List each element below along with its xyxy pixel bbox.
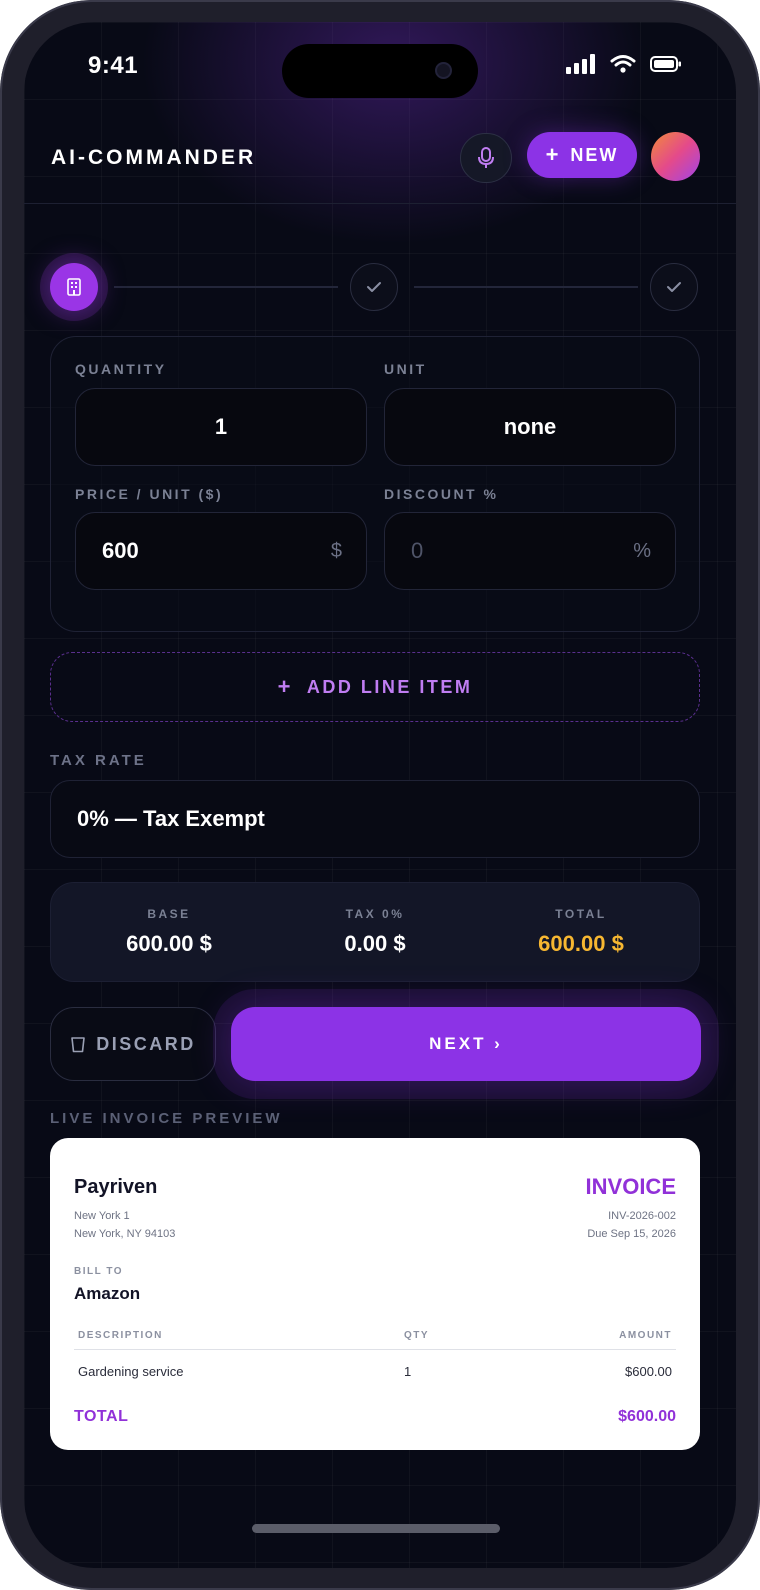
row-amount: $600.00 xyxy=(625,1364,672,1379)
price-value: 600 xyxy=(102,538,139,563)
add-line-item-button[interactable]: + ADD LINE ITEM xyxy=(50,652,700,722)
battery-icon xyxy=(650,56,681,72)
invoice-due-date: Due Sep 15, 2026 xyxy=(587,1228,676,1240)
unit-select[interactable]: none xyxy=(384,388,676,466)
total-value: 600.00 $ xyxy=(538,931,624,956)
invoice-total-label: TOTAL xyxy=(74,1408,129,1425)
percent-suffix: % xyxy=(633,539,651,562)
invoice-address-line1: New York 1 xyxy=(74,1210,130,1222)
quantity-value: 1 xyxy=(214,414,228,439)
unit-label: UNIT xyxy=(384,361,427,377)
table-divider xyxy=(74,1349,676,1350)
column-description: DESCRIPTION xyxy=(78,1330,163,1341)
tax-rate-value: 0% — Tax Exempt xyxy=(77,806,265,831)
next-button[interactable]: NEXT › xyxy=(231,1007,701,1081)
next-label: NEXT › xyxy=(429,1034,503,1053)
discount-input[interactable]: 0 % xyxy=(384,512,676,590)
discount-placeholder: 0 xyxy=(411,538,424,563)
price-input[interactable]: 600 $ xyxy=(75,512,367,590)
tax-value: 0.00 $ xyxy=(344,931,406,956)
discard-label: DISCARD xyxy=(96,1033,196,1054)
tax-rate-select[interactable]: 0% — Tax Exempt xyxy=(50,780,700,858)
tax-label: TAX 0% xyxy=(345,907,405,921)
invoice-preview: Payriven New York 1 New York, NY 94103 I… xyxy=(50,1138,700,1450)
new-button-label: NEW xyxy=(570,144,619,165)
step-current[interactable] xyxy=(50,263,98,311)
line-item-card: QUANTITY UNIT 1 none PRICE / UNIT ($) DI… xyxy=(50,336,700,632)
base-total: BASE 600.00 $ xyxy=(69,907,269,957)
dynamic-island xyxy=(282,44,478,98)
column-qty: QTY xyxy=(404,1330,430,1341)
discount-label: DISCOUNT % xyxy=(384,486,499,502)
tax-rate-label: TAX RATE xyxy=(50,752,147,769)
discard-button[interactable]: DISCARD xyxy=(50,1007,216,1081)
phone-frame: 9:41 AI-COMMANDER + NEW QUANTITY UNIT 1 … xyxy=(0,0,760,1590)
quantity-input[interactable]: 1 xyxy=(75,388,367,466)
invoice-total-value: $600.00 xyxy=(618,1408,676,1425)
unit-value: none xyxy=(503,414,557,439)
brand-title: AI-COMMANDER xyxy=(51,146,257,169)
plus-icon: + xyxy=(277,674,293,699)
total-label: TOTAL xyxy=(555,907,607,921)
trash-icon xyxy=(71,1037,86,1053)
status-icons xyxy=(566,54,682,74)
base-label: BASE xyxy=(147,907,191,921)
invoice-company: Payriven xyxy=(74,1176,158,1198)
home-indicator[interactable] xyxy=(252,1524,500,1533)
invoice-number: INV-2026-002 xyxy=(608,1210,676,1222)
invoice-title: INVOICE xyxy=(585,1174,676,1199)
add-line-item-label: ADD LINE ITEM xyxy=(306,676,473,697)
app-header: AI-COMMANDER + NEW xyxy=(24,124,736,204)
price-label: PRICE / UNIT ($) xyxy=(75,486,224,502)
totals-summary: BASE 600.00 $ TAX 0% 0.00 $ TOTAL 600.00… xyxy=(50,882,700,982)
live-preview-label: LIVE INVOICE PREVIEW xyxy=(50,1110,283,1127)
stepper-connector xyxy=(414,286,638,288)
step-completed[interactable] xyxy=(650,263,698,311)
quantity-label: QUANTITY xyxy=(75,361,167,377)
signal-icon xyxy=(566,54,595,74)
base-value: 600.00 $ xyxy=(126,931,212,956)
bill-to-name: Amazon xyxy=(74,1284,141,1303)
building-icon xyxy=(67,278,81,296)
bill-to-label: BILL TO xyxy=(74,1266,124,1277)
plus-icon: + xyxy=(545,142,561,167)
app-screen: 9:41 AI-COMMANDER + NEW QUANTITY UNIT 1 … xyxy=(24,22,736,1568)
row-description: Gardening service xyxy=(78,1364,184,1379)
new-button[interactable]: + NEW xyxy=(527,132,637,178)
user-avatar[interactable] xyxy=(651,132,700,181)
voice-input-button[interactable] xyxy=(460,133,512,183)
wifi-icon xyxy=(610,55,636,73)
check-icon xyxy=(367,282,381,292)
row-qty: 1 xyxy=(404,1364,412,1379)
stepper-connector xyxy=(114,286,338,288)
invoice-address-line2: New York, NY 94103 xyxy=(74,1228,176,1240)
column-amount: AMOUNT xyxy=(619,1330,672,1341)
status-time: 9:41 xyxy=(88,52,139,79)
step-completed[interactable] xyxy=(350,263,398,311)
tax-total: TAX 0% 0.00 $ xyxy=(275,907,475,957)
camera-icon xyxy=(435,62,452,79)
currency-suffix: $ xyxy=(330,539,342,562)
grand-total: TOTAL 600.00 $ xyxy=(481,907,681,957)
microphone-icon xyxy=(478,147,494,168)
check-icon xyxy=(667,282,681,292)
